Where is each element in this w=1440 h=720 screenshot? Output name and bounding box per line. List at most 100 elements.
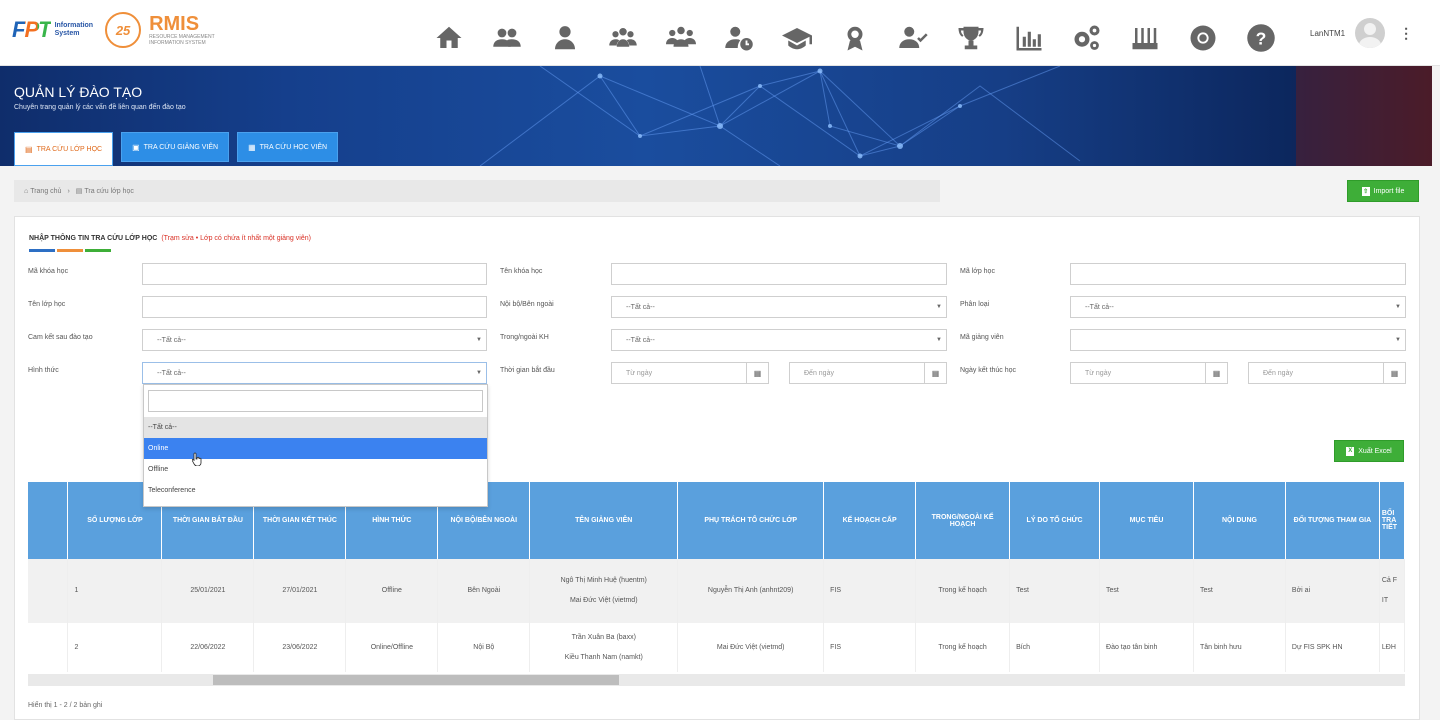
ten-lop-hoc-input[interactable] [142, 296, 487, 318]
nav-network[interactable] [1116, 22, 1174, 54]
table-cell: Nguyễn Thị Anh (anhnt209) [677, 559, 825, 623]
ngay-ket-thuc-from[interactable]: Từ ngày ▦ [1070, 362, 1228, 384]
dropdown-option[interactable]: Teleconference [144, 480, 487, 501]
chevron-down-icon: ▼ [1395, 337, 1401, 343]
scrollbar-thumb[interactable] [213, 675, 619, 685]
breadcrumb-home[interactable]: Trang chủ [30, 188, 61, 195]
date-placeholder: Đến ngày [804, 369, 834, 377]
nav-award[interactable] [826, 22, 884, 54]
hinh-thuc-select[interactable]: --Tất cả-- ▼ [142, 362, 487, 384]
user-check-icon [899, 26, 928, 48]
top-header: FPT Information System 25 RMIS RESOURCE M… [0, 0, 1440, 66]
nav-trophy[interactable] [942, 22, 1000, 54]
label-hinh-thuc: Hình thức [28, 367, 59, 374]
nav-team[interactable] [652, 22, 710, 54]
date-placeholder: Từ ngày [626, 369, 653, 377]
table-cell: Trong kế hoạch [915, 623, 1011, 672]
nav-training[interactable] [768, 22, 826, 54]
col-header[interactable]: MỤC TIÊU [1099, 482, 1194, 559]
page-title: QUẢN LÝ ĐÀO TẠO [14, 84, 143, 100]
thoi-gian-bat-dau-from[interactable]: Từ ngày ▦ [611, 362, 769, 384]
col-header[interactable] [28, 482, 69, 559]
nav-settings[interactable] [1058, 22, 1116, 54]
team-icon [666, 26, 696, 47]
thoi-gian-bat-dau-to[interactable]: Đến ngày ▦ [789, 362, 947, 384]
tab-tra-cuu-lop-hoc[interactable]: ▤ TRA CỨU LỚP HỌC [14, 132, 114, 166]
calendar-icon[interactable]: ▦ [1383, 363, 1405, 383]
import-file-button[interactable]: ⇧ Import file [1347, 180, 1419, 202]
col-header[interactable]: TRONG/NGOÀI KẾ HOẠCH [915, 482, 1011, 559]
col-header[interactable]: PHỤ TRÁCH TỔ CHỨC LỚP [677, 482, 825, 559]
table-cell: Dự FIS SPK HN [1285, 623, 1380, 672]
breadcrumb-separator: › [67, 187, 70, 195]
table-cell: Bích [1009, 623, 1101, 672]
label-ten-khoa-hoc: Tên khóa học [500, 268, 543, 275]
table-cell: Test [1099, 559, 1194, 623]
ten-khoa-hoc-input[interactable] [611, 263, 947, 285]
table-cell: Cả F IT [1379, 559, 1405, 623]
nav-users[interactable] [478, 22, 536, 54]
avatar[interactable] [1355, 18, 1386, 48]
nav-user-clock[interactable] [710, 22, 768, 54]
table-cell: Bên Ngoài [437, 559, 531, 623]
phan-loai-select[interactable]: --Tất cả-- ▼ [1070, 296, 1406, 318]
page-subtitle: Chuyên trang quản lý các vấn đề liên qua… [14, 104, 186, 111]
ngay-ket-thuc-to[interactable]: Đến ngày ▦ [1248, 362, 1406, 384]
nav-group-settings[interactable] [594, 22, 652, 54]
select-value: --Tất cả-- [157, 369, 186, 377]
graduation-cap-icon [782, 28, 812, 50]
col-header[interactable]: BỐI TRA TIẾT [1379, 482, 1405, 559]
table-row[interactable]: 2 22/06/2022 23/06/2022 Online/Offline N… [28, 623, 1405, 672]
user-menu[interactable]: LanNTM1 ⋮ [1310, 18, 1413, 48]
tab-tra-cuu-hoc-vien[interactable]: ▦ TRA CỨU HỌC VIÊN [237, 132, 339, 162]
section-note: (Trạm sửa • Lớp có chứa ít nhất một giản… [161, 235, 311, 242]
teacher-cell: Ngô Thị Minh Huệ (huentm) Mai Đức Việt (v… [529, 559, 679, 623]
table-row[interactable]: 1 25/01/2021 27/01/2021 Offline Bên Ngoà… [28, 559, 1405, 623]
table-cell: Trong kế hoạch [915, 559, 1011, 623]
nav-user-check[interactable] [884, 22, 942, 54]
col-header[interactable]: TÊN GIẢNG VIÊN [529, 482, 679, 559]
user-clock-icon [725, 26, 753, 51]
username: LanNTM1 [1310, 28, 1346, 38]
ma-giang-vien-select[interactable]: ▼ [1070, 329, 1406, 351]
nav-help[interactable]: ? [1232, 22, 1290, 54]
pagination-info: Hiển thị 1 - 2 / 2 bản ghi [28, 702, 103, 709]
tab-tra-cuu-giang-vien[interactable]: ▣ TRA CỨU GIẢNG VIÊN [121, 132, 230, 162]
noi-bo-ben-ngoai-select[interactable]: --Tất cả-- ▼ [611, 296, 947, 318]
label-noi-bo-ben-ngoai: Nội bộ/Bên ngoài [500, 301, 554, 308]
nav-chrome[interactable] [1174, 22, 1232, 54]
col-header[interactable]: KẾ HOẠCH CẤP [823, 482, 917, 559]
section-title-text: NHẬP THÔNG TIN TRA CỨU LỚP HỌC [29, 235, 158, 242]
dropdown-search-input[interactable] [148, 390, 483, 412]
chevron-down-icon: ▼ [476, 337, 482, 343]
breadcrumb-current: Tra cứu lớp học [84, 187, 134, 195]
table-cell: 25/01/2021 [161, 559, 255, 623]
trong-ngoai-kh-select[interactable]: --Tất cả-- ▼ [611, 329, 947, 351]
ma-lop-hoc-input[interactable] [1070, 263, 1406, 285]
help-icon: ? [1247, 24, 1275, 52]
col-header[interactable]: NỘI DUNG [1193, 482, 1286, 559]
nav-user[interactable] [536, 22, 594, 54]
label-trong-ngoai-kh: Trong/ngoài KH [500, 334, 549, 341]
teacher-board-icon: ▣ [132, 142, 140, 152]
chevron-down-icon: ▼ [936, 304, 942, 310]
calendar-icon[interactable]: ▦ [746, 363, 768, 383]
results-table-container[interactable]: SỐ LƯỢNG LỚP THỜI GIAN BẮT ĐẦU THỜI GIAN… [28, 482, 1405, 672]
dropdown-option[interactable]: --Tất cả-- [144, 417, 487, 438]
nav-home[interactable] [420, 22, 478, 54]
home-icon [436, 26, 462, 48]
table-cell: FIS [823, 623, 917, 672]
date-placeholder: Từ ngày [1085, 369, 1112, 377]
cam-ket-select[interactable]: --Tất cả-- ▼ [142, 329, 487, 351]
table-horizontal-scrollbar[interactable] [28, 674, 1405, 686]
brand[interactable]: FPT Information System 25 RMIS RESOURCE M… [12, 12, 215, 48]
ma-khoa-hoc-input[interactable] [142, 263, 487, 285]
more-menu-icon[interactable]: ⋮ [1399, 25, 1413, 42]
col-header[interactable]: LÝ DO TỔ CHỨC [1009, 482, 1101, 559]
col-header[interactable]: ĐỐI TƯỢNG THAM GIA [1285, 482, 1380, 559]
export-excel-button[interactable]: X Xuất Excel [1334, 440, 1404, 462]
hand-cursor-icon [192, 452, 202, 466]
calendar-icon[interactable]: ▦ [924, 363, 946, 383]
nav-reports[interactable] [1000, 22, 1058, 54]
calendar-icon[interactable]: ▦ [1205, 363, 1227, 383]
